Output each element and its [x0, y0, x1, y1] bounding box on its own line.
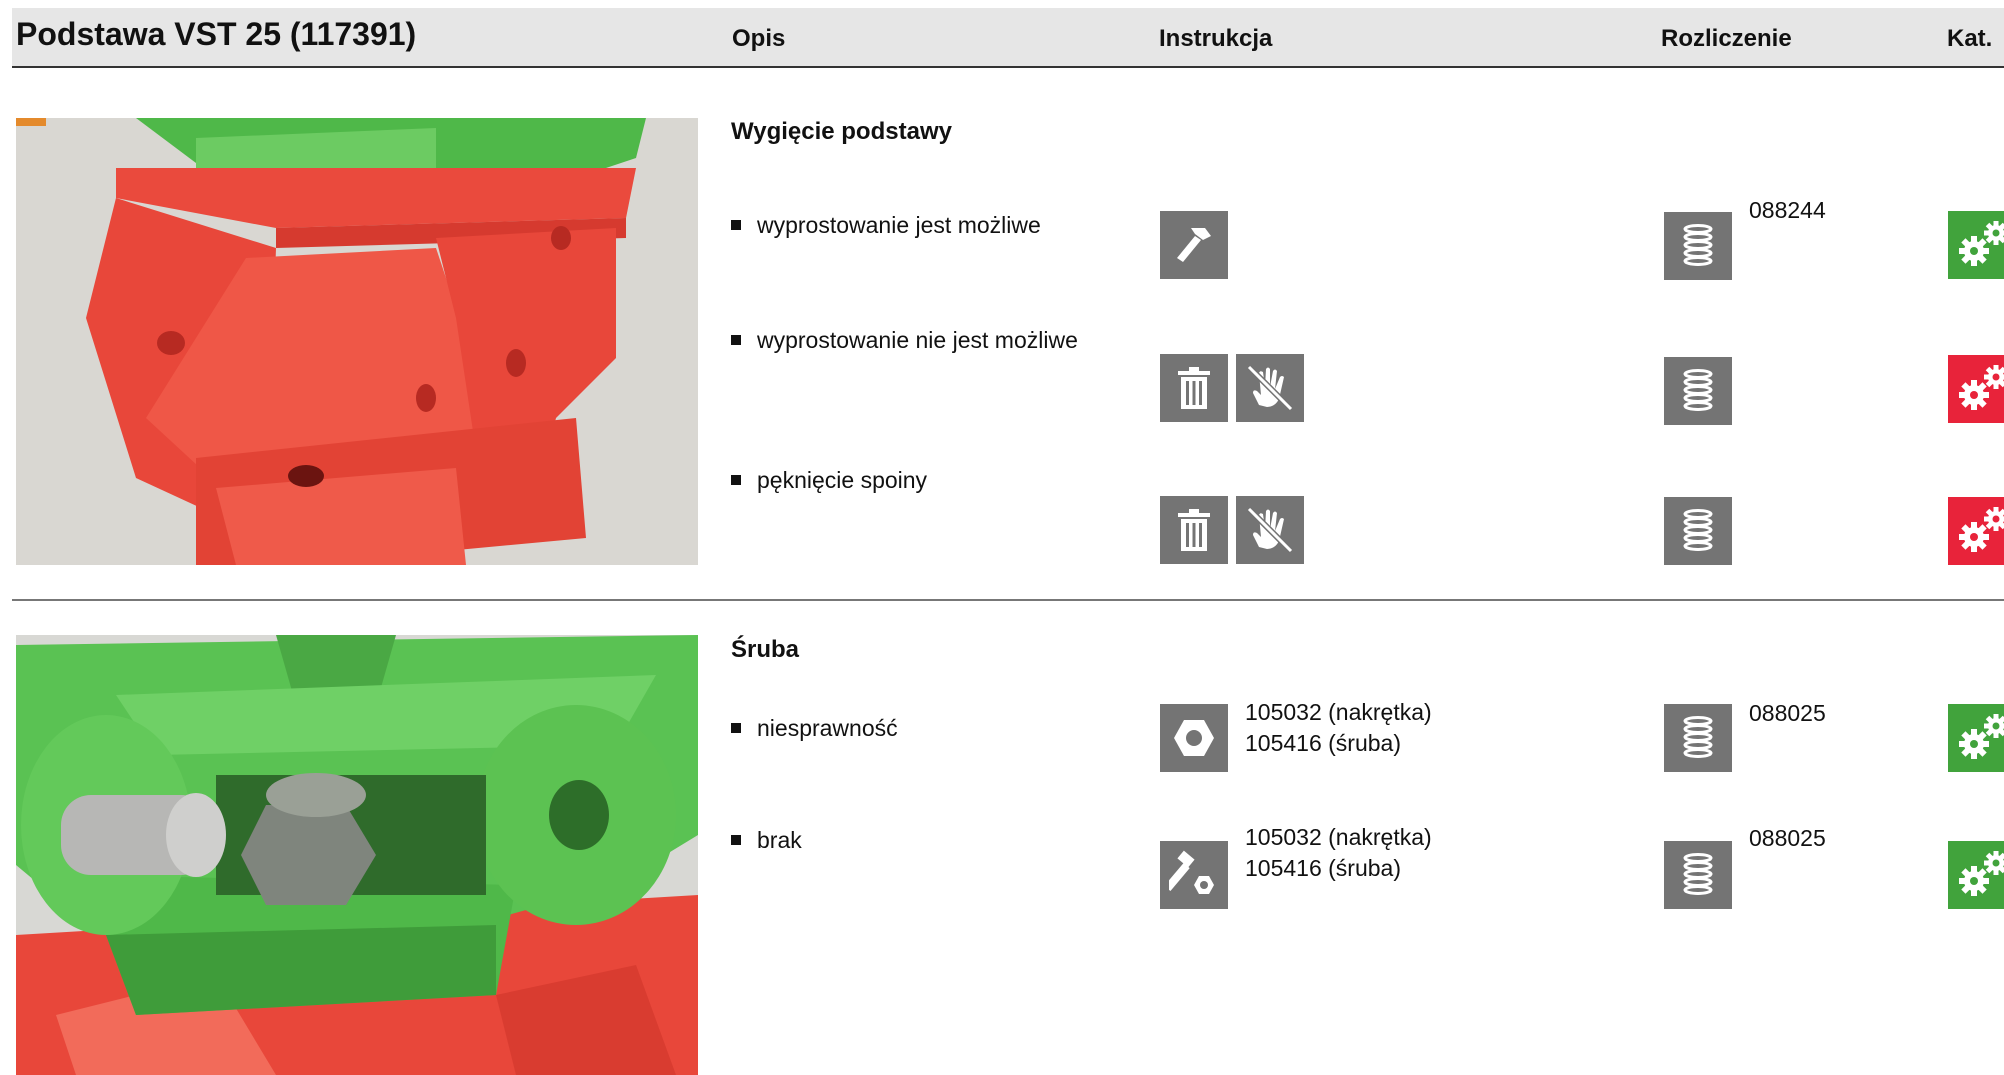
column-header-instrukcja: Instrukcja — [1159, 25, 1273, 52]
billing-code: 088025 — [1749, 700, 1826, 726]
list-item: wyprostowanie jest możliwe — [731, 212, 1041, 239]
item-label: niesprawność — [757, 715, 898, 741]
part-numbers: 105032 (nakrętka) 105416 (śruba) — [1245, 697, 1432, 759]
coil-spring-icon[interactable] — [1664, 497, 1732, 565]
bullet-icon — [731, 834, 741, 845]
bullet-icon — [731, 219, 741, 230]
part-line: 105416 (śruba) — [1245, 730, 1401, 756]
category-gears-icon — [1948, 211, 2004, 279]
part-numbers: 105032 (nakrętka) 105416 (śruba) — [1245, 822, 1432, 884]
bullet-icon — [731, 474, 741, 485]
category-gears-icon — [1948, 355, 2004, 423]
table-header: Podstawa VST 25 (117391) Opis Instrukcja… — [12, 8, 2004, 68]
bullet-icon — [731, 722, 741, 733]
section-title-base-bend: Wygięcie podstawy — [731, 118, 952, 145]
item-label: wyprostowanie jest możliwe — [757, 212, 1041, 238]
category-gears-icon — [1948, 841, 2004, 909]
section-title-bolt: Śruba — [731, 636, 800, 663]
coil-spring-icon[interactable] — [1664, 212, 1732, 280]
bullet-icon — [731, 334, 741, 345]
list-item: wyprostowanie nie jest możliwe — [731, 327, 1078, 354]
category-gears-icon — [1948, 704, 2004, 772]
photo-bolt — [16, 635, 698, 1075]
coil-spring-icon[interactable] — [1664, 704, 1732, 772]
column-header-rozliczenie: Rozliczenie — [1661, 25, 1792, 52]
item-label: wyprostowanie nie jest możliwe — [757, 327, 1078, 353]
category-gears-icon — [1948, 497, 2004, 565]
trash-icon[interactable] — [1160, 354, 1228, 422]
bolt-nut-icon[interactable] — [1160, 841, 1228, 909]
list-item: brak — [731, 827, 802, 854]
hammer-icon[interactable] — [1160, 211, 1228, 279]
coil-spring-icon[interactable] — [1664, 841, 1732, 909]
no-repair-hand-icon[interactable] — [1236, 496, 1304, 564]
nut-icon[interactable] — [1160, 704, 1228, 772]
item-label: pęknięcie spoiny — [757, 467, 928, 493]
section-divider — [12, 599, 2004, 601]
column-header-kat: Kat. — [1947, 25, 1993, 52]
list-item: pęknięcie spoiny — [731, 467, 927, 494]
no-repair-hand-icon[interactable] — [1236, 354, 1304, 422]
part-line: 105032 (nakrętka) — [1245, 824, 1432, 850]
item-label: brak — [757, 827, 802, 853]
part-line: 105416 (śruba) — [1245, 855, 1401, 881]
list-item: niesprawność — [731, 715, 898, 742]
billing-code: 088025 — [1749, 825, 1826, 851]
photo-base-bent — [16, 118, 698, 565]
page-title: Podstawa VST 25 (117391) — [16, 16, 417, 52]
part-line: 105032 (nakrętka) — [1245, 699, 1432, 725]
column-header-opis: Opis — [732, 25, 786, 52]
billing-code: 088244 — [1749, 197, 1826, 223]
trash-icon[interactable] — [1160, 496, 1228, 564]
coil-spring-icon[interactable] — [1664, 357, 1732, 425]
